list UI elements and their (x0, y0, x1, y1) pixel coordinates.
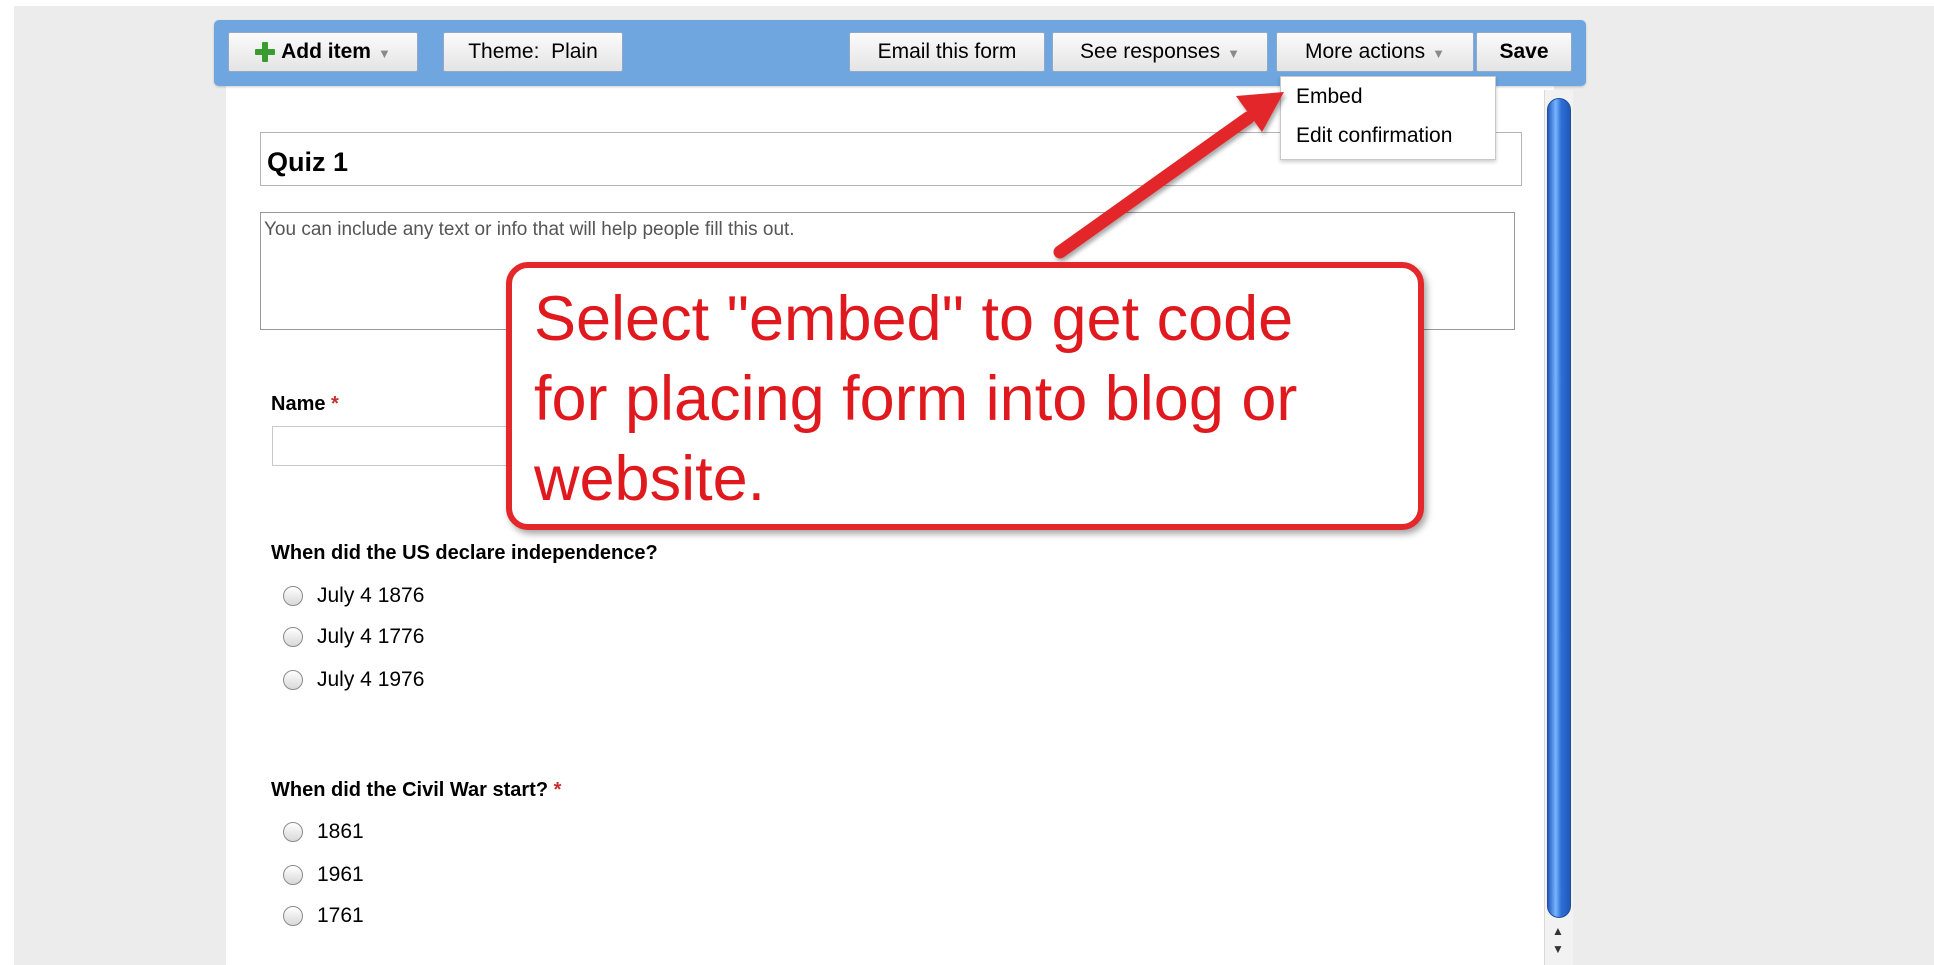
callout-line-3: website. (534, 444, 766, 514)
annotation-callout: Select "embed" to get code for placing f… (506, 262, 1424, 530)
arrow-icon (1053, 92, 1284, 259)
callout-line-1: Select "embed" to get code (534, 284, 1294, 354)
callout-line-2: for placing form into blog or (534, 364, 1298, 434)
